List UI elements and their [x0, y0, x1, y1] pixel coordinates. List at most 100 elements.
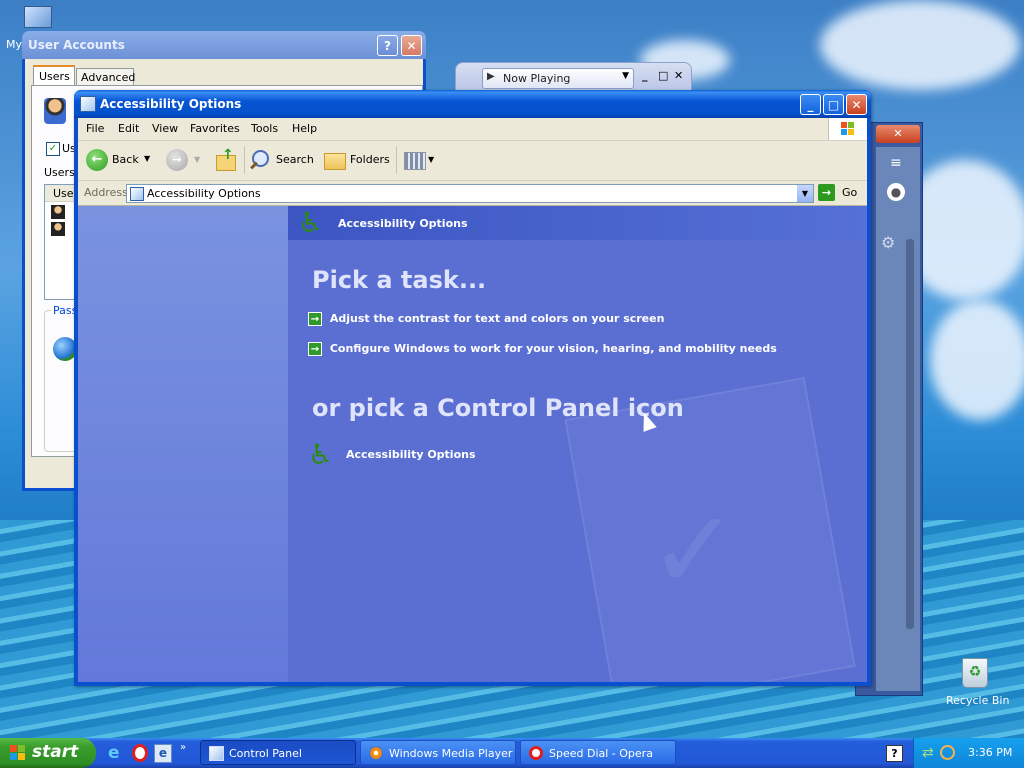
toolbar: ← Back ▼ → ▼ ↑ Search Folders ▼ [78, 141, 867, 181]
wheelchair-icon: ♿ [298, 206, 324, 239]
account-icon[interactable]: ● [887, 183, 905, 201]
now-playing-dropdown[interactable]: ▶ Now Playing ▼ [482, 68, 634, 89]
cloud [930, 300, 1024, 420]
folders-button[interactable]: Folders [322, 148, 390, 172]
task-link-contrast[interactable]: → Adjust the contrast for text and color… [308, 312, 664, 330]
window-body: File Edit View Favorites Tools Help ← Ba… [78, 118, 867, 682]
search-tray-icon[interactable] [940, 745, 955, 760]
menu-help[interactable]: Help [292, 122, 317, 135]
wheelchair-icon: ♿ [308, 438, 334, 471]
task-pane [78, 206, 288, 682]
forward-button[interactable]: → [166, 149, 188, 171]
cloud [820, 0, 1020, 90]
content-area: ✓ ♿ Accessibility Options Pick a task...… [78, 206, 867, 682]
minimize-button[interactable]: _ [800, 94, 821, 115]
desktop-icon-label: My [6, 38, 23, 51]
tab-label: Advanced [81, 71, 136, 84]
quick-launch-opera[interactable] [132, 744, 148, 762]
network-tray-icon[interactable]: ⇄ [922, 745, 934, 761]
opera-icon [529, 746, 543, 760]
menu-tools[interactable]: Tools [251, 122, 278, 135]
category-header-title: Accessibility Options [338, 217, 468, 230]
windows-logo-icon [828, 118, 867, 140]
menu-bar: File Edit View Favorites Tools Help [78, 118, 867, 141]
quick-launch-overflow[interactable]: » [180, 742, 186, 753]
scrollbar[interactable] [906, 239, 914, 629]
close-button[interactable]: ✕ [846, 94, 867, 115]
column-label: Use [53, 187, 74, 200]
category-header: ♿ Accessibility Options [288, 206, 867, 240]
taskbar-button-control-panel[interactable]: Control Panel [200, 740, 356, 765]
taskbar-button-opera[interactable]: Speed Dial - Opera [520, 740, 676, 765]
quick-launch-ie-alt[interactable]: e [154, 744, 172, 763]
start-label: start [32, 742, 79, 762]
back-button[interactable]: ← Back ▼ [84, 148, 154, 172]
address-input[interactable]: Accessibility Options ▼ [126, 184, 814, 203]
task-link-label: Configure Windows to work for your visio… [329, 342, 777, 355]
views-grid-icon [404, 152, 426, 170]
go-arrow-icon: → [818, 184, 835, 201]
desktop-icon-label: Recycle Bin [946, 694, 1010, 707]
opera-sidebar: ≡ ● ⚙ [876, 147, 920, 691]
menu-file[interactable]: File [86, 122, 104, 135]
accessibility-options-window[interactable]: Accessibility Options _ □ ✕ File Edit Vi… [74, 90, 871, 686]
control-panel-icon-accessibility[interactable]: ♿ Accessibility Options [308, 438, 508, 474]
chevron-down-icon[interactable]: ▼ [194, 155, 200, 164]
pick-icon-heading: or pick a Control Panel icon [312, 394, 684, 422]
category-pane: ✓ ♿ Accessibility Options Pick a task...… [288, 206, 867, 682]
folder-icon [80, 96, 96, 112]
user-row-icon[interactable] [51, 222, 65, 236]
search-button[interactable]: Search [250, 148, 314, 172]
start-button[interactable]: start [0, 738, 96, 768]
computer-icon [24, 6, 52, 28]
users-label: Users [44, 166, 75, 179]
address-bar: Address Accessibility Options ▼ → Go [78, 181, 867, 206]
maximize-button[interactable]: □ [823, 94, 844, 115]
play-icon: ▶ [487, 71, 495, 82]
close-button[interactable]: ✕ [876, 125, 920, 143]
title-bar[interactable]: Accessibility Options _ □ ✕ [74, 90, 871, 118]
settings-icon[interactable]: ⚙ [881, 233, 895, 252]
green-arrow-icon: → [308, 342, 322, 356]
go-button[interactable]: → Go [818, 183, 862, 203]
quick-launch-ie[interactable]: e [108, 744, 126, 762]
now-playing-label: Now Playing [503, 72, 571, 85]
help-tray-icon[interactable]: ? [886, 745, 903, 762]
chevron-down-icon[interactable]: ▼ [144, 154, 150, 163]
folders-label: Folders [350, 153, 390, 166]
media-player-icon [369, 746, 383, 760]
title-bar[interactable]: User Accounts ? ✕ [22, 31, 426, 59]
close-button[interactable]: ✕ [401, 35, 422, 56]
desktop-icon-recycle-bin[interactable]: ♻ Recycle Bin [940, 656, 1010, 712]
menu-icon[interactable]: ≡ [890, 155, 902, 171]
users-checkbox[interactable]: ✓ [46, 142, 60, 156]
folders-icon [324, 153, 346, 170]
close-icon[interactable]: ✕ [674, 69, 683, 82]
toolbar-separator [244, 146, 245, 174]
go-label: Go [842, 186, 858, 199]
address-value: Accessibility Options [147, 187, 261, 200]
maximize-icon[interactable]: □ [658, 69, 668, 82]
minimize-icon[interactable]: _ [642, 69, 648, 82]
tab-users[interactable]: Users [33, 65, 75, 87]
tab-advanced[interactable]: Advanced [76, 68, 136, 86]
menu-edit[interactable]: Edit [118, 122, 139, 135]
toolbar-separator [396, 146, 397, 174]
users-icon [44, 98, 66, 124]
chevron-down-icon: ▼ [622, 71, 629, 81]
back-arrow-icon: ← [86, 149, 108, 171]
window-title: Accessibility Options [100, 97, 242, 111]
menu-favorites[interactable]: Favorites [190, 122, 240, 135]
search-label: Search [276, 153, 314, 166]
user-row-icon[interactable] [51, 205, 65, 219]
up-folder-button[interactable]: ↑ [214, 147, 238, 171]
views-button[interactable]: ▼ [402, 149, 438, 171]
control-panel-icon [209, 746, 224, 761]
address-dropdown-button[interactable]: ▼ [797, 185, 813, 202]
menu-view[interactable]: View [152, 122, 178, 135]
task-link-configure[interactable]: → Configure Windows to work for your vis… [308, 342, 777, 360]
system-tray: ⇄ 3:36 PM [913, 738, 1024, 768]
help-button[interactable]: ? [377, 35, 398, 56]
clock[interactable]: 3:36 PM [968, 746, 1012, 759]
taskbar-button-media-player[interactable]: Windows Media Player [360, 740, 516, 765]
